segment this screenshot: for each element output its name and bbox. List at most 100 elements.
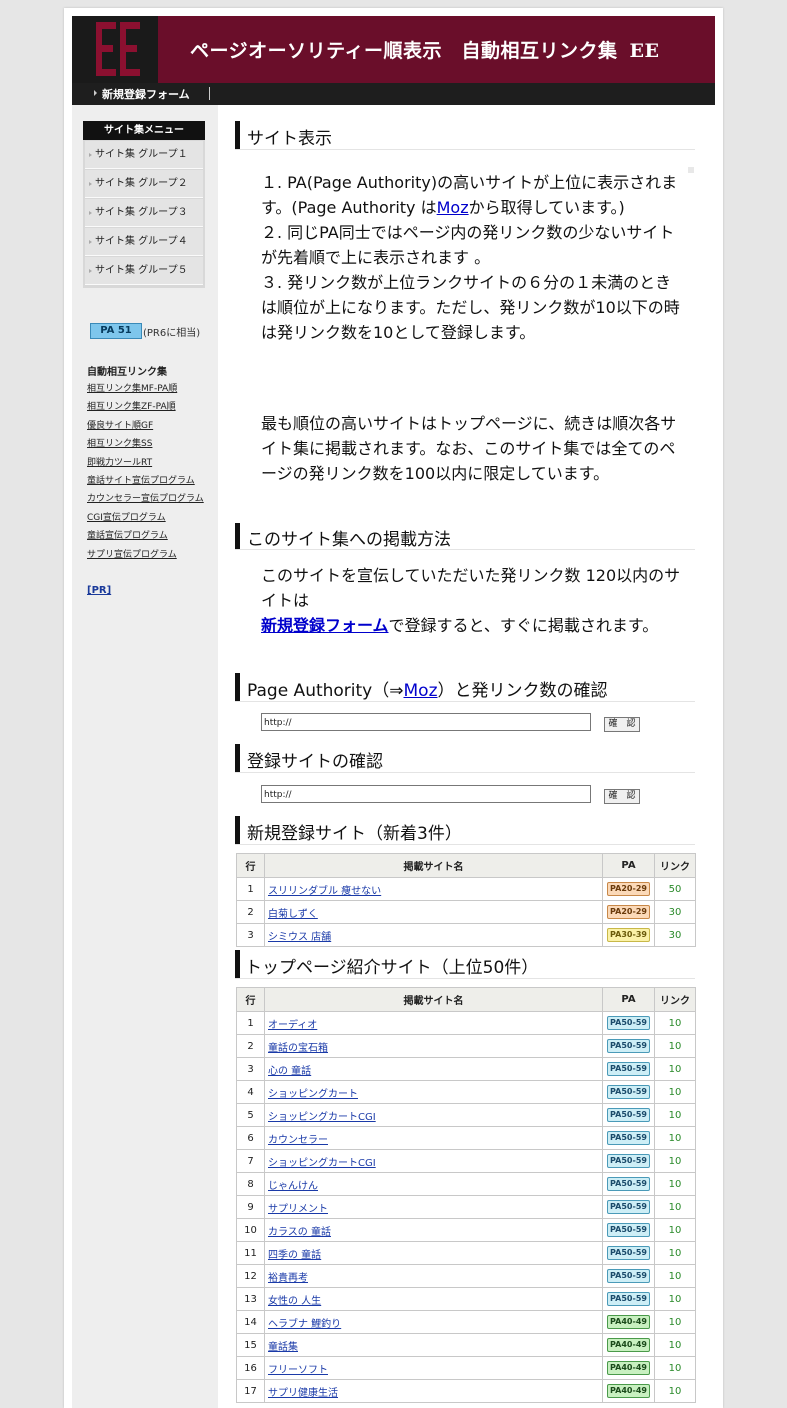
site-link[interactable]: 女性の 人生 [268, 1296, 321, 1307]
menu-item-label: サイト集 グループ５ [95, 265, 188, 276]
site-name-cell: ヘラブナ 鯉釣り [264, 1310, 603, 1334]
site-check-button[interactable]: 確 認 [604, 789, 640, 804]
link-count: 10 [654, 1034, 696, 1058]
pa-cell: PA30-39 [602, 923, 655, 947]
pa-check-url-input[interactable]: http:// [261, 713, 591, 731]
site-display-note: 最も順位の高いサイトはトップページに、続きは順次各サイト集に掲載されます。なお、… [261, 414, 677, 483]
pa-cell: PA40-49 [602, 1333, 655, 1357]
pa-rank-badge: PA50-59 [607, 1108, 650, 1122]
title-text: ）と発リンク数の確認 [437, 681, 608, 701]
pa-cell: PA50-59 [602, 1149, 655, 1173]
pa-rank-badge: PA50-59 [607, 1200, 650, 1214]
side-link[interactable]: 童話宣伝プログラム [87, 528, 204, 546]
pa-badge: PA 51 [90, 323, 142, 339]
menu-item-label: サイト集 グループ４ [95, 236, 188, 247]
site-link[interactable]: ショッピングカートCGI [268, 1158, 376, 1169]
menu-item-group-5[interactable]: サイト集 グループ５ [85, 257, 203, 285]
site-link[interactable]: オーディオ [268, 1020, 317, 1031]
link-count: 10 [654, 1287, 696, 1311]
side-link[interactable]: 相互リンク集ZF-PA順 [87, 399, 204, 417]
top-nav: 新規登録フォーム [72, 83, 715, 105]
menu-item-group-4[interactable]: サイト集 グループ４ [85, 228, 203, 256]
moz-link[interactable]: Moz [437, 198, 469, 217]
link-count: 10 [654, 1218, 696, 1242]
site-menu: サイト集メニュー サイト集 グループ１ サイト集 グループ２ サイト集 グループ… [83, 121, 205, 288]
link-count: 10 [654, 1149, 696, 1173]
row-number: 9 [236, 1195, 265, 1219]
table-row: 3 心の 童話 PA50-59 10 [236, 1057, 696, 1081]
site-check-url-input[interactable]: http:// [261, 785, 591, 803]
pa-cell: PA50-59 [602, 1241, 655, 1265]
pa-cell: PA20-29 [602, 877, 655, 901]
section-heading-new-sites: 新規登録サイト（新着3件） [235, 816, 695, 845]
para-text: から取得しています。) [468, 198, 625, 217]
menu-item-label: サイト集 グループ３ [95, 207, 188, 218]
how-to-text: このサイトを宣伝していただいた発リンク数 120以内のサイトは 新規登録フォームで… [261, 563, 681, 638]
register-form-link[interactable]: 新規登録フォーム [261, 616, 389, 635]
pa-cell: PA20-29 [602, 900, 655, 924]
pa-rank-badge: PA50-59 [607, 1246, 650, 1260]
site-link[interactable]: 裕貴再考 [268, 1273, 308, 1284]
side-link[interactable]: 相互リンク集SS [87, 436, 204, 454]
site-link[interactable]: スリリンダブル 痩せない [268, 886, 381, 897]
side-link[interactable]: 童話サイト宣伝プログラム [87, 473, 204, 491]
row-number: 12 [236, 1264, 265, 1288]
site-name-cell: 心の 童話 [264, 1057, 603, 1081]
site-link[interactable]: 心の 童話 [268, 1066, 311, 1077]
pr-link[interactable]: [PR] [87, 585, 111, 596]
row-number: 11 [236, 1241, 265, 1265]
site-link[interactable]: 童話の宝石箱 [268, 1043, 328, 1054]
side-link[interactable]: 相互リンク集MF-PA順 [87, 381, 204, 399]
pa-check-button[interactable]: 確 認 [604, 717, 640, 732]
link-count: 30 [654, 900, 696, 924]
row-number: 10 [236, 1218, 265, 1242]
section-heading-pa-check: Page Authority（⇒Moz）と発リンク数の確認 [235, 673, 695, 702]
link-count: 10 [654, 1356, 696, 1380]
site-name-cell: サプリ健康生活 [264, 1379, 603, 1403]
col-header-links: リンク [654, 853, 696, 878]
nav-register-link[interactable]: 新規登録フォーム [102, 86, 190, 102]
site-link[interactable]: フリーソフト [268, 1365, 328, 1376]
pa-rank-badge: PA50-59 [607, 1177, 650, 1191]
table-row: 1 オーディオ PA50-59 10 [236, 1011, 696, 1035]
table-row: 15 童話集 PA40-49 10 [236, 1333, 696, 1357]
site-link[interactable]: ヘラブナ 鯉釣り [268, 1319, 341, 1330]
site-link[interactable]: ショッピングカートCGI [268, 1112, 376, 1123]
menu-item-group-2[interactable]: サイト集 グループ２ [85, 170, 203, 198]
table-row: 2 白菊しずく PA20-29 30 [236, 900, 696, 924]
menu-item-group-1[interactable]: サイト集 グループ１ [85, 141, 203, 169]
menu-item-group-3[interactable]: サイト集 グループ３ [85, 199, 203, 227]
moz-link[interactable]: Moz [404, 681, 438, 701]
site-link[interactable]: 童話集 [268, 1342, 298, 1353]
site-link[interactable]: じゃんけん [268, 1181, 318, 1192]
side-link[interactable]: サプリ宣伝プログラム [87, 547, 204, 565]
section-heading-site-display: サイト表示 [235, 121, 695, 150]
side-link[interactable]: 優良サイト順GF [87, 418, 204, 436]
site-link[interactable]: 白菊しずく [268, 909, 318, 920]
site-menu-title: サイト集メニュー [83, 121, 205, 140]
site-name-cell: サプリメント [264, 1195, 603, 1219]
side-link[interactable]: カウンセラー宣伝プログラム [87, 491, 204, 509]
side-link[interactable]: CGI宣伝プログラム [87, 510, 204, 528]
pa-cell: PA50-59 [602, 1080, 655, 1104]
link-count: 10 [654, 1241, 696, 1265]
site-link[interactable]: 四季の 童話 [268, 1250, 321, 1261]
side-link[interactable]: 即戦力ツールRT [87, 455, 204, 473]
site-link[interactable]: シミウス 店舗 [268, 932, 331, 943]
site-link[interactable]: サプリメント [268, 1204, 328, 1215]
pa-cell: PA50-59 [602, 1103, 655, 1127]
bullet-icon [89, 153, 92, 157]
site-name-cell: オーディオ [264, 1011, 603, 1035]
site-name-cell: ショッピングカートCGI [264, 1149, 603, 1173]
row-number: 5 [236, 1103, 265, 1127]
col-header-links: リンク [654, 987, 696, 1012]
row-number: 2 [236, 1034, 265, 1058]
site-link[interactable]: サプリ健康生活 [268, 1388, 338, 1399]
table-row: 16 フリーソフト PA40-49 10 [236, 1356, 696, 1380]
table-header-row: 行 掲載サイト名 PA リンク [236, 987, 696, 1012]
site-link[interactable]: ショッピングカート [268, 1089, 358, 1100]
site-link[interactable]: カラスの 童話 [268, 1227, 331, 1238]
site-link[interactable]: カウンセラー [268, 1135, 328, 1146]
nav-separator [209, 87, 210, 100]
pa-cell: PA50-59 [602, 1172, 655, 1196]
